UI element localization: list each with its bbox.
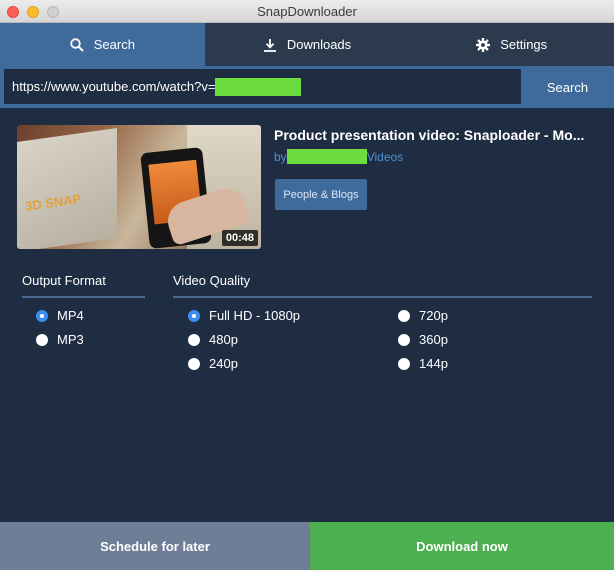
radio-240p[interactable]: 240p (188, 356, 238, 371)
byline-suffix: Videos (366, 149, 404, 164)
tab-bar: Search Downloads Settings (0, 23, 614, 66)
close-window-button[interactable] (7, 6, 19, 18)
tab-downloads-label: Downloads (286, 37, 352, 52)
gear-icon (476, 37, 491, 52)
video-byline[interactable]: by Videos (274, 149, 403, 164)
tab-downloads[interactable]: Downloads (205, 23, 410, 66)
url-value: https://www.youtube.com/watch?v= (12, 79, 216, 94)
maximize-window-button[interactable] (47, 6, 59, 18)
radio-selected-icon (188, 309, 200, 322)
radio-1080p[interactable]: Full HD - 1080p (188, 308, 300, 323)
radio-mp4[interactable]: MP4 (36, 308, 84, 323)
radio-480p[interactable]: 480p (188, 332, 238, 347)
output-format-divider (22, 296, 145, 298)
title-bar: SnapDownloader (0, 0, 614, 23)
radio-unselected-icon (398, 357, 410, 370)
search-icon (70, 37, 84, 52)
tab-settings-label: Settings (500, 37, 548, 52)
window-title: SnapDownloader (257, 3, 357, 19)
radio-480p-label: 480p (209, 332, 238, 347)
radio-144p-label: 144p (419, 356, 448, 371)
radio-mp3[interactable]: MP3 (36, 332, 84, 347)
tab-search[interactable]: Search (0, 23, 205, 66)
minimize-window-button[interactable] (27, 6, 39, 18)
radio-mp3-label: MP3 (57, 332, 84, 347)
video-quality-divider (173, 296, 592, 298)
download-icon (263, 38, 276, 52)
radio-unselected-icon (398, 333, 410, 346)
radio-unselected-icon (36, 333, 48, 346)
url-bar: https://www.youtube.com/watch?v= Search (0, 66, 614, 108)
schedule-for-later-button[interactable]: Schedule for later (0, 522, 310, 570)
radio-unselected-icon (188, 357, 200, 370)
radio-240p-label: 240p (209, 356, 238, 371)
radio-720p-label: 720p (419, 308, 448, 323)
radio-720p[interactable]: 720p (398, 308, 448, 323)
radio-1080p-label: Full HD - 1080p (209, 308, 301, 323)
url-input[interactable]: https://www.youtube.com/watch?v= (4, 69, 521, 104)
tab-search-label: Search (93, 37, 135, 52)
category-badge: People & Blogs (275, 179, 367, 210)
tab-settings[interactable]: Settings (409, 23, 614, 66)
video-thumbnail: 3D SNAP 00:48 (17, 125, 261, 249)
byline-prefix: by (274, 149, 287, 164)
redacted-channel-name (286, 149, 367, 164)
output-format-label: Output Format (22, 273, 106, 288)
download-now-button[interactable]: Download now (310, 522, 614, 570)
video-duration: 00:48 (221, 230, 258, 246)
radio-360p[interactable]: 360p (398, 332, 448, 347)
radio-mp4-label: MP4 (57, 308, 84, 323)
video-quality-label: Video Quality (173, 273, 251, 288)
video-title: Product presentation video: Snaploader -… (274, 127, 585, 143)
search-button[interactable]: Search (521, 66, 614, 108)
radio-unselected-icon (188, 333, 200, 346)
radio-144p[interactable]: 144p (398, 356, 448, 371)
radio-360p-label: 360p (419, 332, 448, 347)
radio-unselected-icon (398, 309, 410, 322)
redacted-video-id (215, 77, 302, 96)
radio-selected-icon (36, 309, 48, 322)
window-controls (7, 6, 59, 18)
